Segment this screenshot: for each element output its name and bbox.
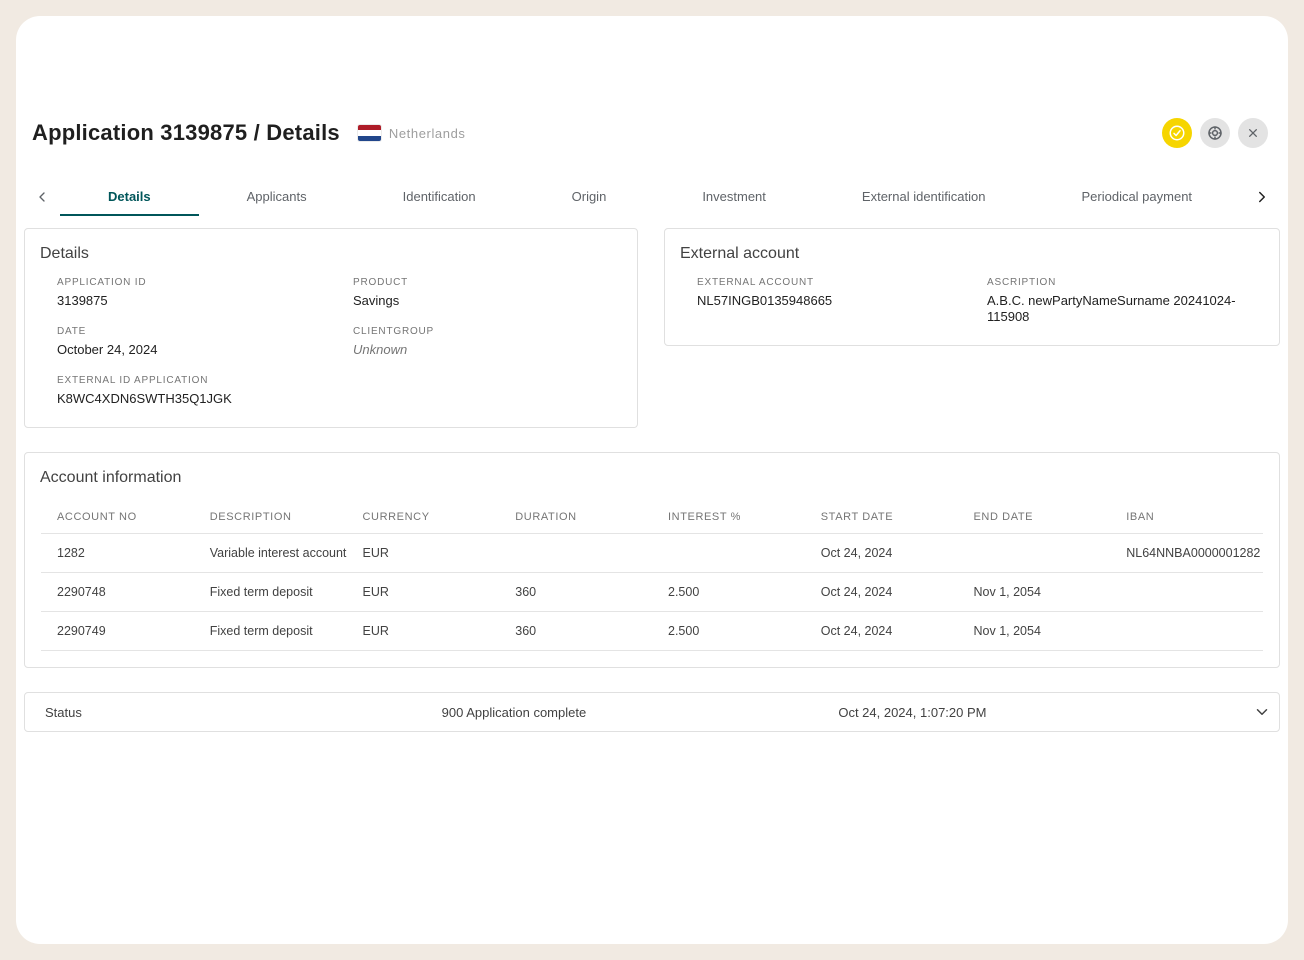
external-account-card-title: External account — [680, 243, 1263, 265]
header-actions — [1162, 118, 1268, 148]
account-information-table: ACCOUNT NO DESCRIPTION CURRENCY DURATION… — [41, 501, 1263, 651]
field-label: ASCRIPTION — [987, 277, 1263, 288]
account-information-title: Account information — [40, 467, 1263, 489]
field-value: 3139875 — [57, 293, 353, 309]
close-icon — [1245, 125, 1261, 141]
table-cell: 1282 — [41, 534, 194, 573]
column-header: ACCOUNT NO — [41, 501, 194, 534]
field-value: NL57INGB0135948665 — [697, 293, 987, 309]
table-cell — [499, 534, 652, 573]
table-cell: EUR — [347, 534, 500, 573]
field-application-id: APPLICATION ID 3139875 — [57, 277, 353, 309]
field-value: K8WC4XDN6SWTH35Q1JGK — [57, 391, 353, 407]
table-cell: Nov 1, 2054 — [958, 612, 1111, 651]
tab-list: Details Applicants Identification Origin… — [60, 178, 1244, 216]
details-card: Details APPLICATION ID 3139875 PRODUCT S… — [24, 228, 638, 428]
field-value: A.B.C. newPartyNameSurname 20241024-1159… — [987, 293, 1263, 325]
field-external-account: EXTERNAL ACCOUNT NL57INGB0135948665 — [697, 277, 987, 325]
field-value: Unknown — [353, 342, 621, 358]
column-header: START DATE — [805, 501, 958, 534]
tab-details[interactable]: Details — [60, 178, 199, 216]
approve-button[interactable] — [1162, 118, 1192, 148]
tab-external-identification[interactable]: External identification — [814, 178, 1034, 216]
page-title: Application 3139875 / Details — [32, 118, 340, 148]
close-button[interactable] — [1238, 118, 1268, 148]
table-cell: NL64NNBA0000001282 — [1110, 534, 1263, 573]
tab-origin[interactable]: Origin — [524, 178, 655, 216]
content-area: Details APPLICATION ID 3139875 PRODUCT S… — [16, 216, 1288, 732]
field-label: CLIENTGROUP — [353, 326, 621, 337]
netherlands-flag-icon — [358, 125, 381, 141]
table-cell — [1110, 612, 1263, 651]
country-label: Netherlands — [389, 126, 466, 141]
app-window: Application 3139875 / Details Netherland… — [16, 16, 1288, 944]
table-row[interactable]: 1282 Variable interest account EUR Oct 2… — [41, 534, 1263, 573]
account-information-card: Account information ACCOUNT NO DESCRIPTI… — [24, 452, 1280, 668]
column-header: INTEREST % — [652, 501, 805, 534]
table-cell: 2290749 — [41, 612, 194, 651]
field-external-id-application: EXTERNAL ID APPLICATION K8WC4XDN6SWTH35Q… — [57, 375, 353, 407]
tab-bar: Details Applicants Identification Origin… — [16, 178, 1288, 216]
column-header: DESCRIPTION — [194, 501, 347, 534]
tab-applicants[interactable]: Applicants — [199, 178, 355, 216]
field-label: EXTERNAL ACCOUNT — [697, 277, 987, 288]
field-value: October 24, 2024 — [57, 342, 353, 358]
status-label: Status — [45, 705, 442, 720]
table-cell: 2.500 — [652, 612, 805, 651]
table-row[interactable]: 2290749 Fixed term deposit EUR 360 2.500… — [41, 612, 1263, 651]
check-circle-icon — [1168, 124, 1186, 142]
field-label: EXTERNAL ID APPLICATION — [57, 375, 353, 386]
status-timestamp: Oct 24, 2024, 1:07:20 PM — [838, 705, 1235, 720]
table-header-row: ACCOUNT NO DESCRIPTION CURRENCY DURATION… — [41, 501, 1263, 534]
field-date: DATE October 24, 2024 — [57, 326, 353, 358]
column-header: CURRENCY — [347, 501, 500, 534]
tab-identification[interactable]: Identification — [355, 178, 524, 216]
table-cell — [652, 534, 805, 573]
table-cell: EUR — [347, 612, 500, 651]
external-account-card: External account EXTERNAL ACCOUNT NL57IN… — [664, 228, 1280, 346]
tabs-scroll-left-button[interactable] — [24, 178, 60, 216]
table-cell — [958, 534, 1111, 573]
field-value: Savings — [353, 293, 621, 309]
field-label: PRODUCT — [353, 277, 621, 288]
field-label: APPLICATION ID — [57, 277, 353, 288]
chevron-left-icon — [34, 189, 50, 205]
details-card-title: Details — [40, 243, 621, 265]
settings-icon — [1206, 124, 1224, 142]
column-header: IBAN — [1110, 501, 1263, 534]
table-cell: 360 — [499, 612, 652, 651]
table-cell: Fixed term deposit — [194, 573, 347, 612]
column-header: END DATE — [958, 501, 1111, 534]
table-cell: 360 — [499, 573, 652, 612]
settings-button[interactable] — [1200, 118, 1230, 148]
table-cell: EUR — [347, 573, 500, 612]
table-cell: Oct 24, 2024 — [805, 573, 958, 612]
field-label: DATE — [57, 326, 353, 337]
column-header: DURATION — [499, 501, 652, 534]
table-cell: 2290748 — [41, 573, 194, 612]
tab-investment[interactable]: Investment — [654, 178, 814, 216]
table-cell: 2.500 — [652, 573, 805, 612]
tab-periodical-payment[interactable]: Periodical payment — [1033, 178, 1240, 216]
chevron-right-icon — [1253, 188, 1271, 206]
field-clientgroup: CLIENTGROUP Unknown — [353, 326, 621, 358]
header: Application 3139875 / Details Netherland… — [16, 16, 1288, 148]
field-ascription: ASCRIPTION A.B.C. newPartyNameSurname 20… — [987, 277, 1263, 325]
tabs-scroll-right-button[interactable] — [1244, 178, 1280, 216]
table-row[interactable]: 2290748 Fixed term deposit EUR 360 2.500… — [41, 573, 1263, 612]
table-cell: Fixed term deposit — [194, 612, 347, 651]
table-cell: Nov 1, 2054 — [958, 573, 1111, 612]
table-cell — [1110, 573, 1263, 612]
table-cell: Oct 24, 2024 — [805, 534, 958, 573]
field-product: PRODUCT Savings — [353, 277, 621, 309]
status-value: 900 Application complete — [442, 705, 839, 720]
status-bar[interactable]: Status 900 Application complete Oct 24, … — [24, 692, 1280, 732]
table-cell: Variable interest account — [194, 534, 347, 573]
table-cell: Oct 24, 2024 — [805, 612, 958, 651]
chevron-down-icon[interactable] — [1253, 703, 1271, 721]
